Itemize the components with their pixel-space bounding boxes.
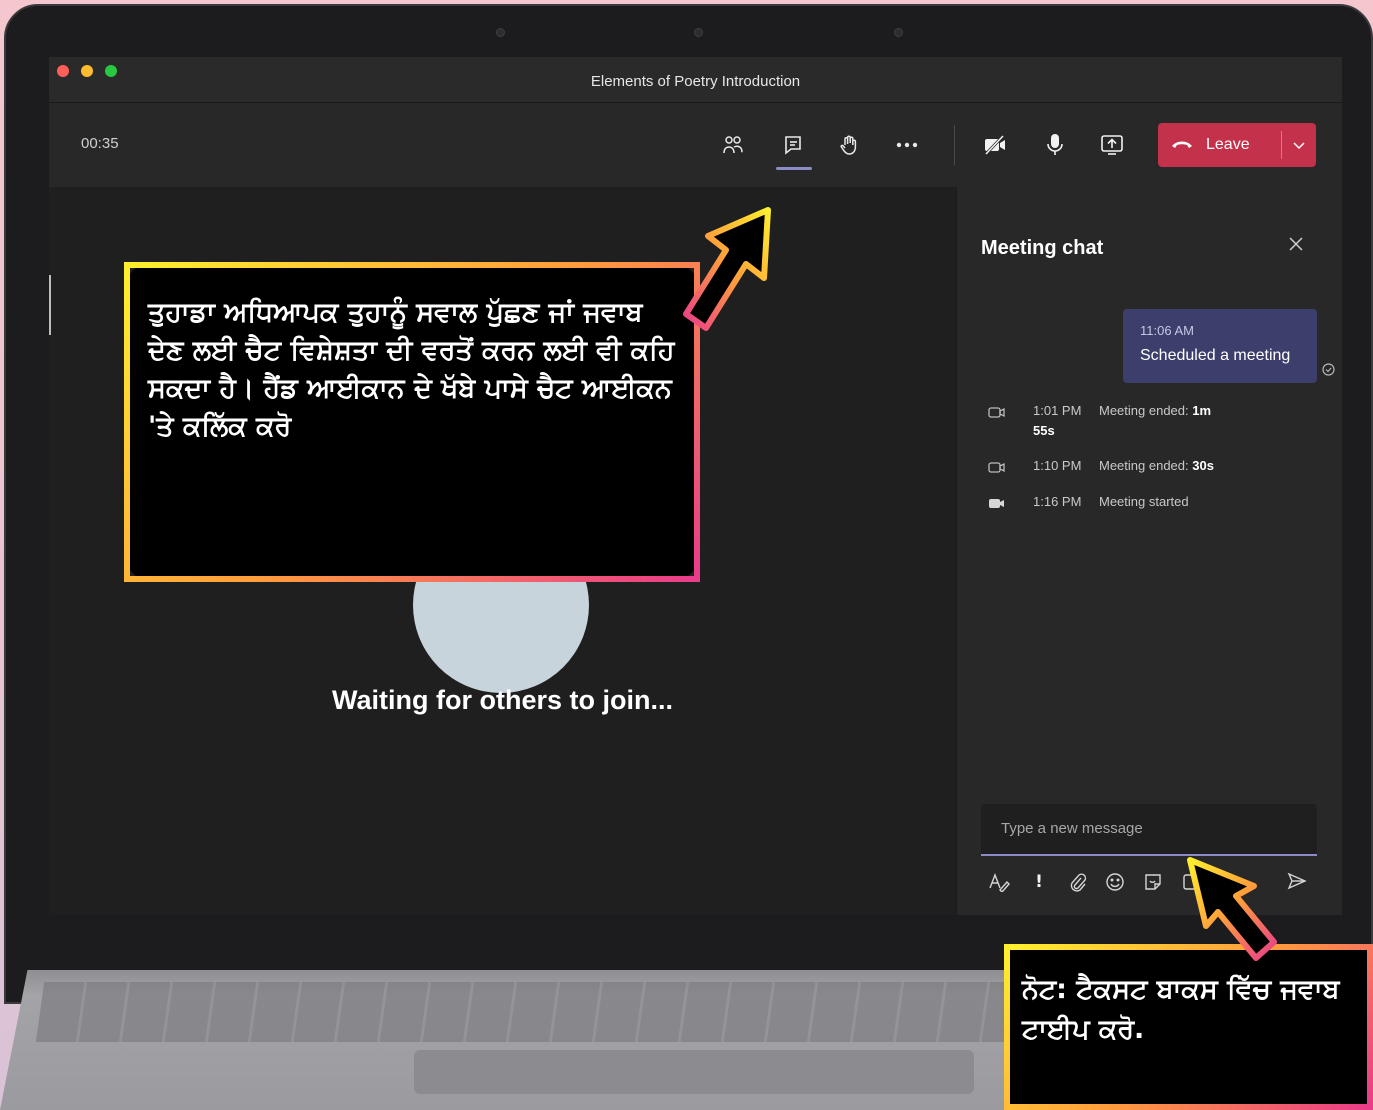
camera-off-icon[interactable]: [983, 133, 1007, 157]
leave-label: Leave: [1206, 136, 1250, 153]
chat-message-bubble[interactable]: 11:06 AM Scheduled a meeting: [1123, 309, 1317, 383]
event-description: Meeting ended: 30s: [1099, 458, 1214, 473]
window-title: Elements of Poetry Introduction: [590, 73, 801, 90]
compose-placeholder: Type a new message: [1001, 820, 1143, 837]
meeting-timer: 00:35: [81, 135, 119, 152]
textbox-tip-text: ਨੋਟ: ਟੈਕਸਟ ਬਾਕਸ ਵਿੱਚ ਜਵਾਬ ਟਾਈਪ ਕਰੋ.: [1022, 974, 1340, 1045]
people-icon[interactable]: [721, 133, 745, 157]
arrow-to-compose-box: [1187, 857, 1277, 961]
chat-tip-text: ਤੁਹਾਡਾ ਅਧਿਆਪਕ ਤੁਹਾਨੂੰ ਸਵਾਲ ਪੁੱਛਣ ਜਾਂ ਜਵਾ…: [148, 297, 675, 442]
event-time: 1:16 PM: [1033, 494, 1082, 509]
chat-icon[interactable]: [781, 133, 805, 157]
event-time: 1:01 PM: [1033, 403, 1082, 418]
meeting-chat-panel: Meeting chat 11:06 AM Scheduled a meetin…: [956, 187, 1342, 915]
microphone-icon[interactable]: [1043, 133, 1067, 157]
chat-tip-callout: ਤੁਹਾਡਾ ਅਧਿਆਪਕ ਤੁਹਾਨੂੰ ਸਵਾਲ ਪੁੱਛਣ ਜਾਂ ਜਵਾ…: [124, 262, 700, 582]
attach-icon[interactable]: [1065, 872, 1089, 897]
event-description: Meeting started: [1099, 494, 1189, 509]
toolbar-divider: [954, 125, 955, 165]
event-description: Meeting ended: 1m: [1099, 403, 1211, 418]
close-icon[interactable]: [1288, 233, 1304, 258]
camera-dot-right: [894, 28, 903, 37]
send-icon[interactable]: [1285, 872, 1309, 895]
arrow-to-chat-icon: [683, 207, 771, 331]
event-time: 1:10 PM: [1033, 458, 1082, 473]
webcam: [694, 28, 703, 37]
stage-edge-marker: [49, 275, 51, 335]
event-value: 1m: [1192, 403, 1212, 418]
event-label: Meeting ended:: [1099, 403, 1189, 418]
leave-button[interactable]: Leave: [1158, 123, 1316, 167]
message-time: 11:06 AM: [1140, 323, 1194, 338]
meeting-controls-bar: 00:35 Leave: [49, 103, 1342, 187]
textbox-tip-callout: ਨੋਟ: ਟੈਕਸਟ ਬਾਕਸ ਵਿੱਚ ਜਵਾਬ ਟਾਈਪ ਕਰੋ.: [1004, 944, 1373, 1110]
chat-title: Meeting chat: [981, 237, 1104, 259]
important-icon[interactable]: !: [1027, 872, 1051, 892]
more-icon[interactable]: [895, 133, 919, 157]
chat-active-indicator: [776, 167, 812, 170]
event-value-continued: 55s: [1033, 423, 1055, 438]
meeting-started-icon: [987, 494, 1013, 516]
chevron-down-icon[interactable]: [1282, 137, 1316, 153]
title-bar: Elements of Poetry Introduction: [49, 57, 1342, 103]
seen-check-icon: [1322, 363, 1335, 380]
emoji-icon[interactable]: [1103, 872, 1127, 897]
meeting-ended-icon: [987, 403, 1013, 425]
camera-dot-left: [496, 28, 505, 37]
sticker-icon[interactable]: [1141, 872, 1165, 897]
waiting-message: Waiting for others to join...: [332, 685, 673, 715]
event-label: Meeting ended:: [1099, 458, 1189, 473]
raise-hand-icon[interactable]: [837, 133, 861, 157]
message-text: Scheduled a meeting: [1140, 347, 1291, 364]
event-value: 30s: [1192, 458, 1214, 473]
share-screen-icon[interactable]: [1100, 133, 1124, 157]
format-icon[interactable]: [987, 872, 1011, 897]
trackpad: [414, 1050, 974, 1094]
meeting-ended-icon: [987, 458, 1013, 480]
hang-up-icon: [1158, 136, 1206, 154]
